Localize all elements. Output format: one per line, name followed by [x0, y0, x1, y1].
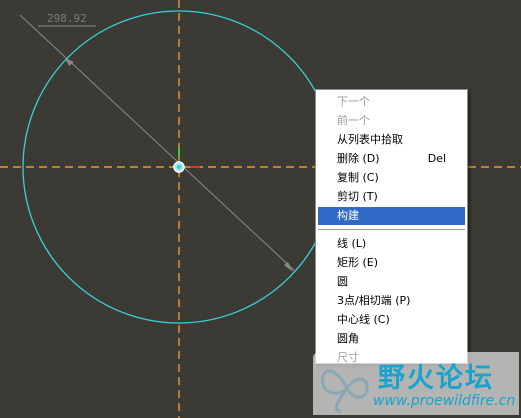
context-menu-separator — [318, 229, 465, 231]
context-menu-item[interactable]: 从列表中拾取 — [318, 131, 465, 149]
context-menu-item[interactable]: 删除 (D) Del — [318, 150, 465, 168]
watermark-title: 野火论坛 — [378, 363, 494, 394]
context-menu-item-label: 圆角 — [337, 332, 359, 345]
context-menu-item-label: 线 (L) — [337, 237, 367, 250]
center-point-core — [177, 165, 181, 169]
context-menu-item-label: 从列表中拾取 — [337, 133, 403, 146]
context-menu-item[interactable]: 线 (L) — [318, 235, 465, 253]
context-menu-item[interactable]: 矩形 (E) — [318, 254, 465, 272]
context-menu-item[interactable]: 剪切 (T) — [318, 188, 465, 206]
context-menu-item-label: 复制 (C) — [337, 171, 379, 184]
context-menu-item-label: 下一个 — [337, 95, 370, 108]
context-menu-item[interactable]: 下一个 — [318, 93, 465, 111]
context-menu-item[interactable]: 复制 (C) — [318, 169, 465, 187]
context-menu-item-label: 前一个 — [337, 114, 370, 127]
context-menu-item-label: 剪切 (T) — [337, 190, 378, 203]
context-menu-item-label: 圆 — [337, 275, 348, 288]
watermark-url: www.proewildfire.cn — [373, 393, 516, 409]
context-menu-item[interactable]: 圆 — [318, 273, 465, 291]
context-menu-item[interactable]: 构建 — [318, 207, 465, 225]
context-menu-item-label: 删除 (D) — [337, 152, 380, 165]
butterfly-logo — [320, 369, 369, 414]
dimension-leader-line — [19, 14, 296, 272]
watermark-banner: 野火论坛 www.proewildfire.cn — [313, 352, 519, 415]
context-menu-item[interactable]: 中心线 (C) — [318, 311, 465, 329]
dimension-value-text[interactable]: 298.92 — [47, 12, 87, 25]
context-menu-item-label: 中心线 (C) — [337, 313, 390, 326]
context-menu-item[interactable]: 前一个 — [318, 112, 465, 130]
context-menu-item-label: 构建 — [337, 209, 359, 222]
context-menu-item[interactable]: 3点/相切端 (P) — [318, 292, 465, 310]
context-menu-item-label: 矩形 (E) — [337, 256, 379, 269]
context-menu-item-shortcut: Del — [427, 152, 446, 165]
context-menu-item-label: 3点/相切端 (P) — [337, 294, 411, 307]
context-menu-item[interactable]: 圆角 — [318, 330, 465, 348]
dimension-arrow-lower — [284, 262, 293, 272]
context-menu: 下一个前一个从列表中拾取 删除 (D) Del 复制 (C) 剪切 (T) 构建线 (L)… — [315, 89, 468, 364]
